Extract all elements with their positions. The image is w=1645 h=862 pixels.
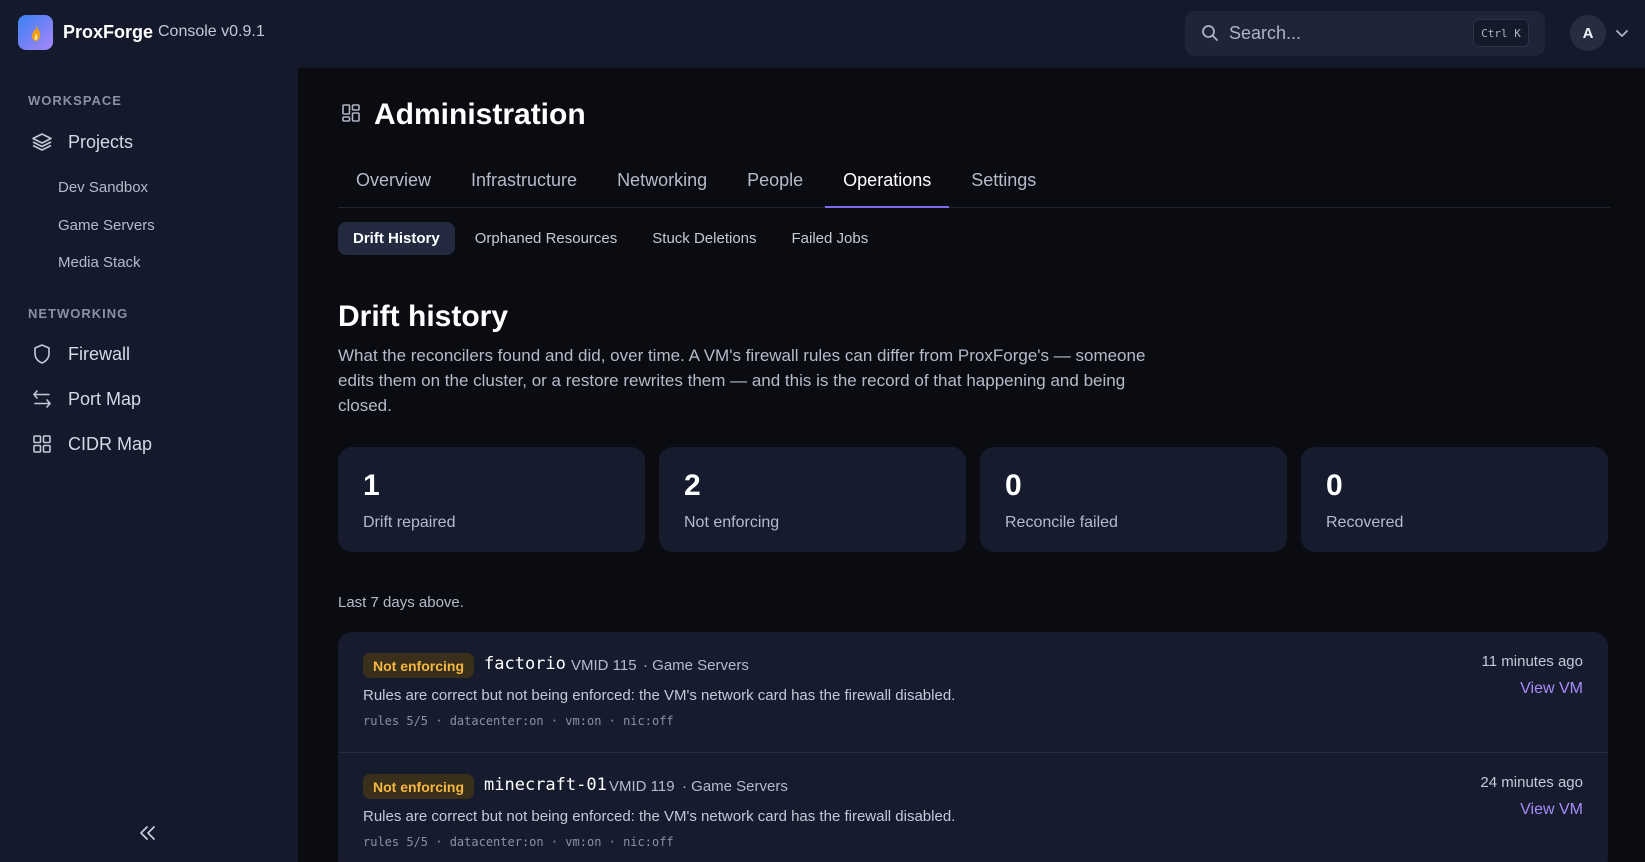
- sidebar-item-cidr-map[interactable]: CIDR Map: [30, 432, 152, 456]
- event-meta: rules 5/5 · datacenter:on · vm:on · nic:…: [363, 835, 674, 849]
- vm-id: VMID 119: [609, 778, 675, 795]
- stat-value: 2: [684, 469, 701, 502]
- tab-settings[interactable]: Settings: [953, 160, 1054, 208]
- stat-value: 0: [1005, 469, 1022, 502]
- tab-infrastructure[interactable]: Infrastructure: [453, 160, 595, 208]
- subtab-failed-jobs[interactable]: Failed Jobs: [777, 222, 884, 255]
- search-input[interactable]: Search...: [1229, 23, 1301, 44]
- list-item: Not enforcing minecraft-01 VMID 119 · Ga…: [338, 752, 1608, 862]
- flame-icon[interactable]: [18, 15, 53, 50]
- sidebar-item-firewall[interactable]: Firewall: [30, 342, 130, 366]
- grid-icon: [30, 432, 54, 456]
- vm-name[interactable]: minecraft-01: [484, 775, 607, 795]
- stat-label: Reconcile failed: [1005, 514, 1118, 531]
- event-time: 24 minutes ago: [1480, 774, 1583, 791]
- tab-overview[interactable]: Overview: [338, 160, 449, 208]
- status-badge: Not enforcing: [363, 653, 474, 678]
- layers-icon: [30, 130, 54, 154]
- search-box[interactable]: Search... Ctrl K: [1185, 11, 1545, 56]
- sidebar-item-media-stack[interactable]: Media Stack: [58, 254, 141, 271]
- subtab-drift-history[interactable]: Drift History: [338, 222, 455, 255]
- chevron-down-icon[interactable]: [1615, 26, 1629, 44]
- view-vm-link[interactable]: View VM: [1520, 680, 1583, 698]
- range-note: Last 7 days above.: [338, 594, 464, 611]
- sidebar-item-game-servers[interactable]: Game Servers: [58, 217, 155, 234]
- stat-value: 1: [363, 469, 380, 502]
- sidebar-item-port-map[interactable]: Port Map: [30, 387, 141, 411]
- shield-icon: [30, 342, 54, 366]
- stat-label: Not enforcing: [684, 514, 780, 531]
- section-title: Drift history: [338, 300, 509, 333]
- primary-tabs: Overview Infrastructure Networking Peopl…: [338, 160, 1610, 208]
- event-description: Rules are correct but not being enforced…: [363, 687, 956, 704]
- app-version: Console v0.9.1: [158, 23, 265, 40]
- event-description: Rules are correct but not being enforced…: [363, 808, 956, 825]
- list-item: Not enforcing factorio VMID 115 · Game S…: [338, 632, 1608, 752]
- stat-label: Drift repaired: [363, 514, 456, 531]
- secondary-tabs: Drift History Orphaned Resources Stuck D…: [338, 222, 888, 255]
- sidebar-item-label: Port Map: [68, 388, 142, 409]
- subtab-stuck-deletions[interactable]: Stuck Deletions: [637, 222, 771, 255]
- stat-card-not-enforcing: 2 Not enforcing: [659, 447, 966, 552]
- top-bar: ProxForge Console v0.9.1 Search... Ctrl …: [0, 0, 1645, 68]
- page-header: Administration: [340, 98, 586, 132]
- vm-id: VMID 115: [571, 657, 637, 674]
- sidebar-item-label: CIDR Map: [68, 433, 153, 454]
- sidebar-item-label: Projects: [68, 131, 134, 152]
- stat-value: 0: [1326, 469, 1343, 502]
- subtab-orphaned-resources[interactable]: Orphaned Resources: [460, 222, 633, 255]
- event-time: 11 minutes ago: [1481, 653, 1583, 670]
- double-chevron-left-icon[interactable]: [137, 823, 159, 848]
- project-name: · Game Servers: [643, 657, 749, 674]
- tab-networking[interactable]: Networking: [599, 160, 725, 208]
- drift-event-list: Not enforcing factorio VMID 115 · Game S…: [338, 632, 1608, 862]
- sidebar-item-dev-sandbox[interactable]: Dev Sandbox: [58, 179, 148, 196]
- search-shortcut-badge: Ctrl K: [1473, 19, 1529, 47]
- vm-name[interactable]: factorio: [484, 654, 566, 674]
- section-description: What the reconcilers found and did, over…: [338, 346, 1146, 415]
- sidebar-item-projects[interactable]: Projects: [30, 130, 133, 154]
- stat-card-drift-repaired: 1 Drift repaired: [338, 447, 645, 552]
- arrows-swap-icon: [30, 387, 54, 411]
- sidebar-section-workspace: WORKSPACE: [28, 93, 122, 108]
- search-icon: [1201, 24, 1219, 47]
- avatar[interactable]: A: [1570, 15, 1606, 51]
- dashboard-icon: [340, 102, 362, 129]
- stat-label: Recovered: [1326, 514, 1404, 531]
- status-badge: Not enforcing: [363, 774, 474, 799]
- project-name: · Game Servers: [682, 778, 788, 795]
- event-meta: rules 5/5 · datacenter:on · vm:on · nic:…: [363, 714, 674, 728]
- sidebar-item-label: Firewall: [68, 343, 131, 364]
- tab-people[interactable]: People: [729, 160, 821, 208]
- page-title: Administration: [374, 98, 586, 131]
- view-vm-link[interactable]: View VM: [1520, 801, 1583, 819]
- tab-operations[interactable]: Operations: [825, 160, 950, 208]
- stat-card-reconcile-failed: 0 Reconcile failed: [980, 447, 1287, 552]
- stat-card-recovered: 0 Recovered: [1301, 447, 1608, 552]
- brand-name[interactable]: ProxForge: [63, 22, 153, 43]
- sidebar: WORKSPACE Projects Dev Sandbox Game Serv…: [0, 68, 298, 862]
- sidebar-section-networking: NETWORKING: [28, 306, 129, 321]
